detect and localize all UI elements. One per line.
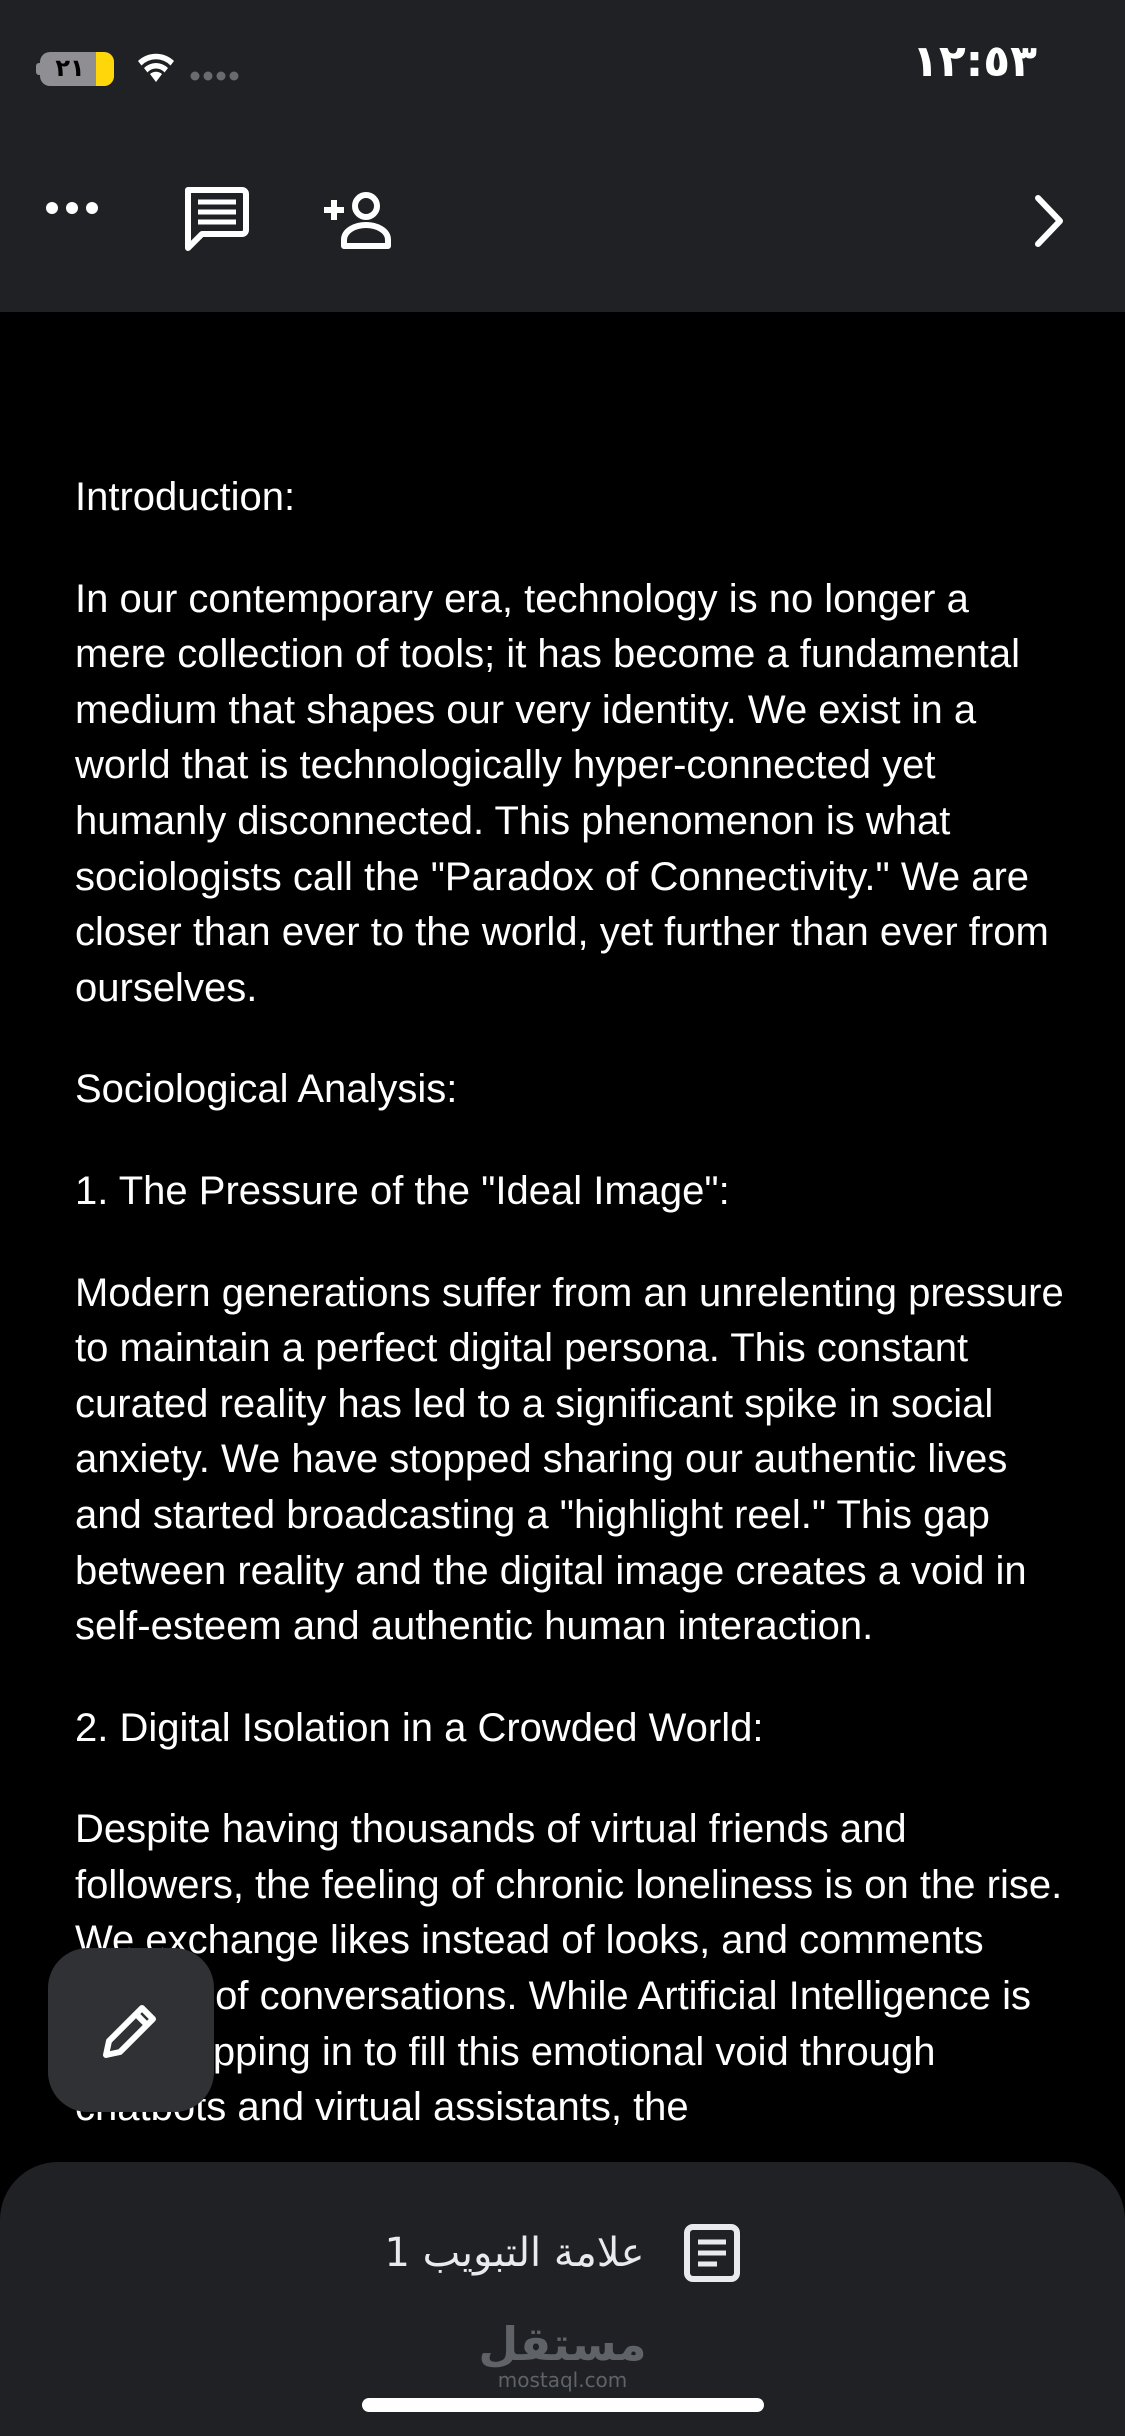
tab-selector[interactable]: علامة التبويب 1 [0, 2218, 1125, 2288]
battery-tip [36, 63, 42, 75]
battery-icon: ٢١ [40, 52, 114, 86]
document-body[interactable]: Introduction: In our contemporary era, t… [75, 470, 1065, 2182]
chevron-right-icon[interactable] [1032, 192, 1068, 250]
subheading: 2. Digital Isolation in a Crowded World: [75, 1705, 764, 1750]
home-indicator[interactable] [362, 2398, 764, 2412]
watermark-arabic: مستقل [478, 2317, 647, 2371]
section-heading: Introduction: [75, 475, 296, 519]
paragraph: Despite having thousands of virtual frie… [75, 1807, 1063, 2130]
subheading: 1. The Pressure of the "Ideal Image": [75, 1168, 730, 1213]
wifi-icon [138, 53, 174, 82]
bottom-tab-bar: علامة التبويب 1 مستقل mostaql.com [0, 2162, 1125, 2436]
tab-label[interactable]: علامة التبويب 1 [384, 2230, 644, 2276]
pencil-icon [103, 2005, 156, 2058]
cellular-signal-icon [190, 71, 239, 81]
section-heading: Sociological Analysis: [75, 1067, 458, 1112]
comment-icon[interactable] [180, 186, 250, 252]
paragraph: In our contemporary era, technology is n… [75, 576, 1049, 1010]
status-time: ١٢:٥٣ [911, 36, 1037, 87]
top-app-bar: ٢١ ١٢:٥٣ [0, 0, 1125, 312]
more-horizontal-icon[interactable] [44, 196, 100, 220]
watermark-english: mostaql.com [497, 2368, 628, 2392]
document-outline-icon[interactable] [683, 2223, 741, 2283]
add-person-icon[interactable] [322, 190, 396, 250]
paragraph: Modern generations suffer from an unrele… [75, 1270, 1064, 1649]
battery-level: ٢١ [55, 54, 85, 82]
edit-button[interactable] [48, 1948, 214, 2112]
watermark: مستقل mostaql.com [0, 2320, 1125, 2392]
